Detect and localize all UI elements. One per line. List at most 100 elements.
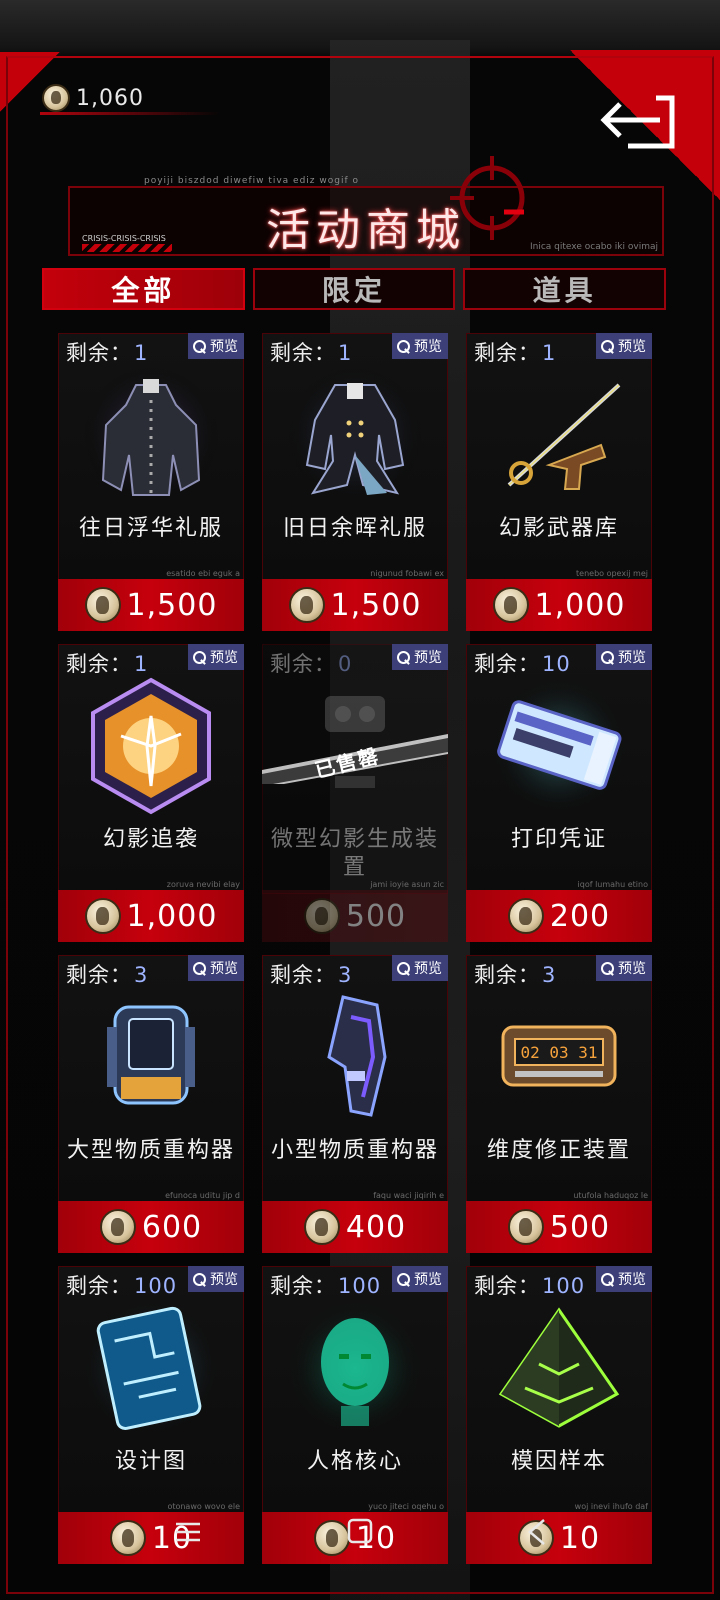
stock-count: 1	[134, 652, 149, 676]
preview-button[interactable]: 预览	[392, 955, 448, 981]
stock-remaining: 剩余：10	[474, 648, 571, 678]
stock-count: 1	[134, 341, 149, 365]
item-caption: yuco jiteci oqehu o	[368, 1502, 444, 1511]
coin-icon	[288, 587, 325, 623]
buy-button[interactable]: 600	[58, 1201, 244, 1253]
coin-icon	[303, 1209, 340, 1245]
item-price: 1,500	[126, 587, 218, 623]
item-caption: efunoca uditu jip d	[165, 1191, 240, 1200]
stock-count: 100	[338, 1274, 382, 1298]
stock-label: 剩余：	[474, 1274, 540, 1298]
magnifier-icon	[600, 650, 615, 665]
stock-label: 剩余：	[66, 341, 132, 365]
stock-count: 1	[542, 341, 557, 365]
banner-caption-2: Inica qitexe ocabo iki ovimaj	[530, 242, 658, 252]
magnifier-icon	[600, 961, 615, 976]
item-name: 打印凭证	[510, 827, 607, 852]
stock-remaining: 剩余：1	[66, 648, 148, 678]
magnifier-icon	[396, 961, 411, 976]
preview-label: 预览	[210, 961, 238, 977]
stock-label: 剩余：	[270, 1274, 336, 1298]
tab-items[interactable]: 道具	[463, 268, 667, 310]
tab-limited[interactable]: 限定	[252, 268, 456, 310]
item-caption: esatido ebi eguk a	[166, 569, 240, 578]
preview-label: 预览	[210, 650, 238, 666]
shop-item-card[interactable]: 剩余：3 预览 大型物质重构器 efunoca uditu jip d 600	[58, 955, 244, 1253]
preview-button[interactable]: 预览	[188, 644, 244, 670]
preview-button[interactable]: 预览	[188, 1266, 244, 1292]
currency-underline	[40, 112, 220, 115]
buy-button[interactable]: 500	[262, 890, 448, 942]
magnifier-icon	[600, 1272, 615, 1287]
buy-button[interactable]: 10	[58, 1512, 244, 1564]
magnifier-icon	[192, 339, 207, 354]
item-price: 400	[345, 1209, 407, 1245]
item-name: 模因样本	[510, 1449, 607, 1474]
preview-button[interactable]: 预览	[596, 333, 652, 359]
item-price: 1,000	[534, 587, 626, 623]
buy-button[interactable]: 1,000	[58, 890, 244, 942]
hologram-head-icon	[285, 1298, 425, 1438]
preview-button[interactable]: 预览	[596, 955, 652, 981]
category-tabs: 全部 限定 道具	[42, 268, 667, 310]
preview-button[interactable]: 预览	[188, 333, 244, 359]
shop-item-card[interactable]: 剩余：3 预览 02 03 31 维度修正装置 utufola haduqoz le 50…	[466, 955, 652, 1253]
preview-button[interactable]: 预览	[392, 1266, 448, 1292]
buy-button[interactable]: 1,000	[466, 579, 652, 631]
shop-item-card[interactable]: 剩余：1 预览 往日浮华礼服 esatido ebi eguk a 1,500	[58, 333, 244, 631]
buy-button[interactable]: 1,500	[262, 579, 448, 631]
item-name: 幻影武器库	[498, 516, 619, 541]
item-name: 维度修正装置	[486, 1138, 631, 1163]
stock-remaining: 剩余：0	[270, 648, 352, 678]
preview-label: 预览	[414, 650, 442, 666]
item-name: 大型物质重构器	[66, 1138, 235, 1163]
item-name: 旧日余晖礼服	[282, 516, 427, 541]
coin-icon	[109, 1520, 146, 1556]
coin-icon	[507, 898, 544, 934]
item-caption: zoruva nevibi elay	[166, 880, 240, 889]
magnifier-icon	[192, 961, 207, 976]
gauntlet-icon	[327, 995, 387, 1117]
shop-item-card[interactable]: 剩余：1 预览 旧日余晖礼服 nigunud fobawi ex 1,500	[262, 333, 448, 631]
item-caption: iqof lumahu etino	[577, 880, 648, 889]
preview-button[interactable]: 预览	[596, 644, 652, 670]
stock-label: 剩余：	[66, 963, 132, 987]
item-name: 设计图	[114, 1449, 187, 1474]
item-price: 10	[355, 1520, 397, 1556]
shop-item-card[interactable]: 剩余：100 预览 设计图 otonawo wovo ele 10	[58, 1266, 244, 1564]
stock-remaining: 剩余：1	[66, 337, 148, 367]
shop-item-card[interactable]: 剩余：1 预览 幻影追袭 zoruva nevibi elay 1,000	[58, 644, 244, 942]
stock-label: 剩余：	[66, 1274, 132, 1298]
preview-button[interactable]: 预览	[188, 955, 244, 981]
coin-icon	[303, 898, 340, 934]
back-button[interactable]	[598, 90, 678, 154]
shop-item-card[interactable]: 剩余：100 预览 模因样本 woj inevi ihufo daf 10	[466, 1266, 652, 1564]
stock-remaining: 剩余：3	[474, 959, 556, 989]
preview-label: 预览	[210, 339, 238, 355]
shop-item-card[interactable]: 剩余：1 预览 幻影武器库 tenebo opexij mej 1,000	[466, 333, 652, 631]
buy-button[interactable]: 10	[466, 1512, 652, 1564]
preview-button[interactable]: 预览	[596, 1266, 652, 1292]
item-price: 1,500	[330, 587, 422, 623]
preview-label: 预览	[414, 961, 442, 977]
shop-item-card[interactable]: 剩余：3 预览 小型物质重构器 faqu waci jiqirih e 400	[262, 955, 448, 1253]
stock-remaining: 剩余：100	[270, 1270, 381, 1300]
dress-coat-icon	[81, 365, 221, 505]
tab-all[interactable]: 全部	[42, 268, 245, 310]
buy-button[interactable]: 400	[262, 1201, 448, 1253]
item-caption: otonawo wovo ele	[167, 1502, 240, 1511]
shop-item-card[interactable]: 剩余：100 预览 人格核心 yuco jiteci oqehu o 10	[262, 1266, 448, 1564]
preview-button[interactable]: 预览	[392, 333, 448, 359]
buy-button[interactable]: 200	[466, 890, 652, 942]
buy-button[interactable]: 1,500	[58, 579, 244, 631]
preview-button[interactable]: 预览	[392, 644, 448, 670]
stock-label: 剩余：	[474, 341, 540, 365]
blueprint-icon	[81, 1298, 221, 1438]
buy-button[interactable]: 10	[262, 1512, 448, 1564]
magnifier-icon	[396, 1272, 411, 1287]
coin-icon	[42, 84, 70, 112]
magnifier-icon	[192, 1272, 207, 1287]
buy-button[interactable]: 500	[466, 1201, 652, 1253]
shop-item-card[interactable]: 剩余：0 预览 微型幻影生成装置 jami ioyie asun zic 500 已售罄	[262, 644, 448, 942]
shop-item-card[interactable]: 剩余：10 预览打印凭证 iqof lumahu etino 200	[466, 644, 652, 942]
